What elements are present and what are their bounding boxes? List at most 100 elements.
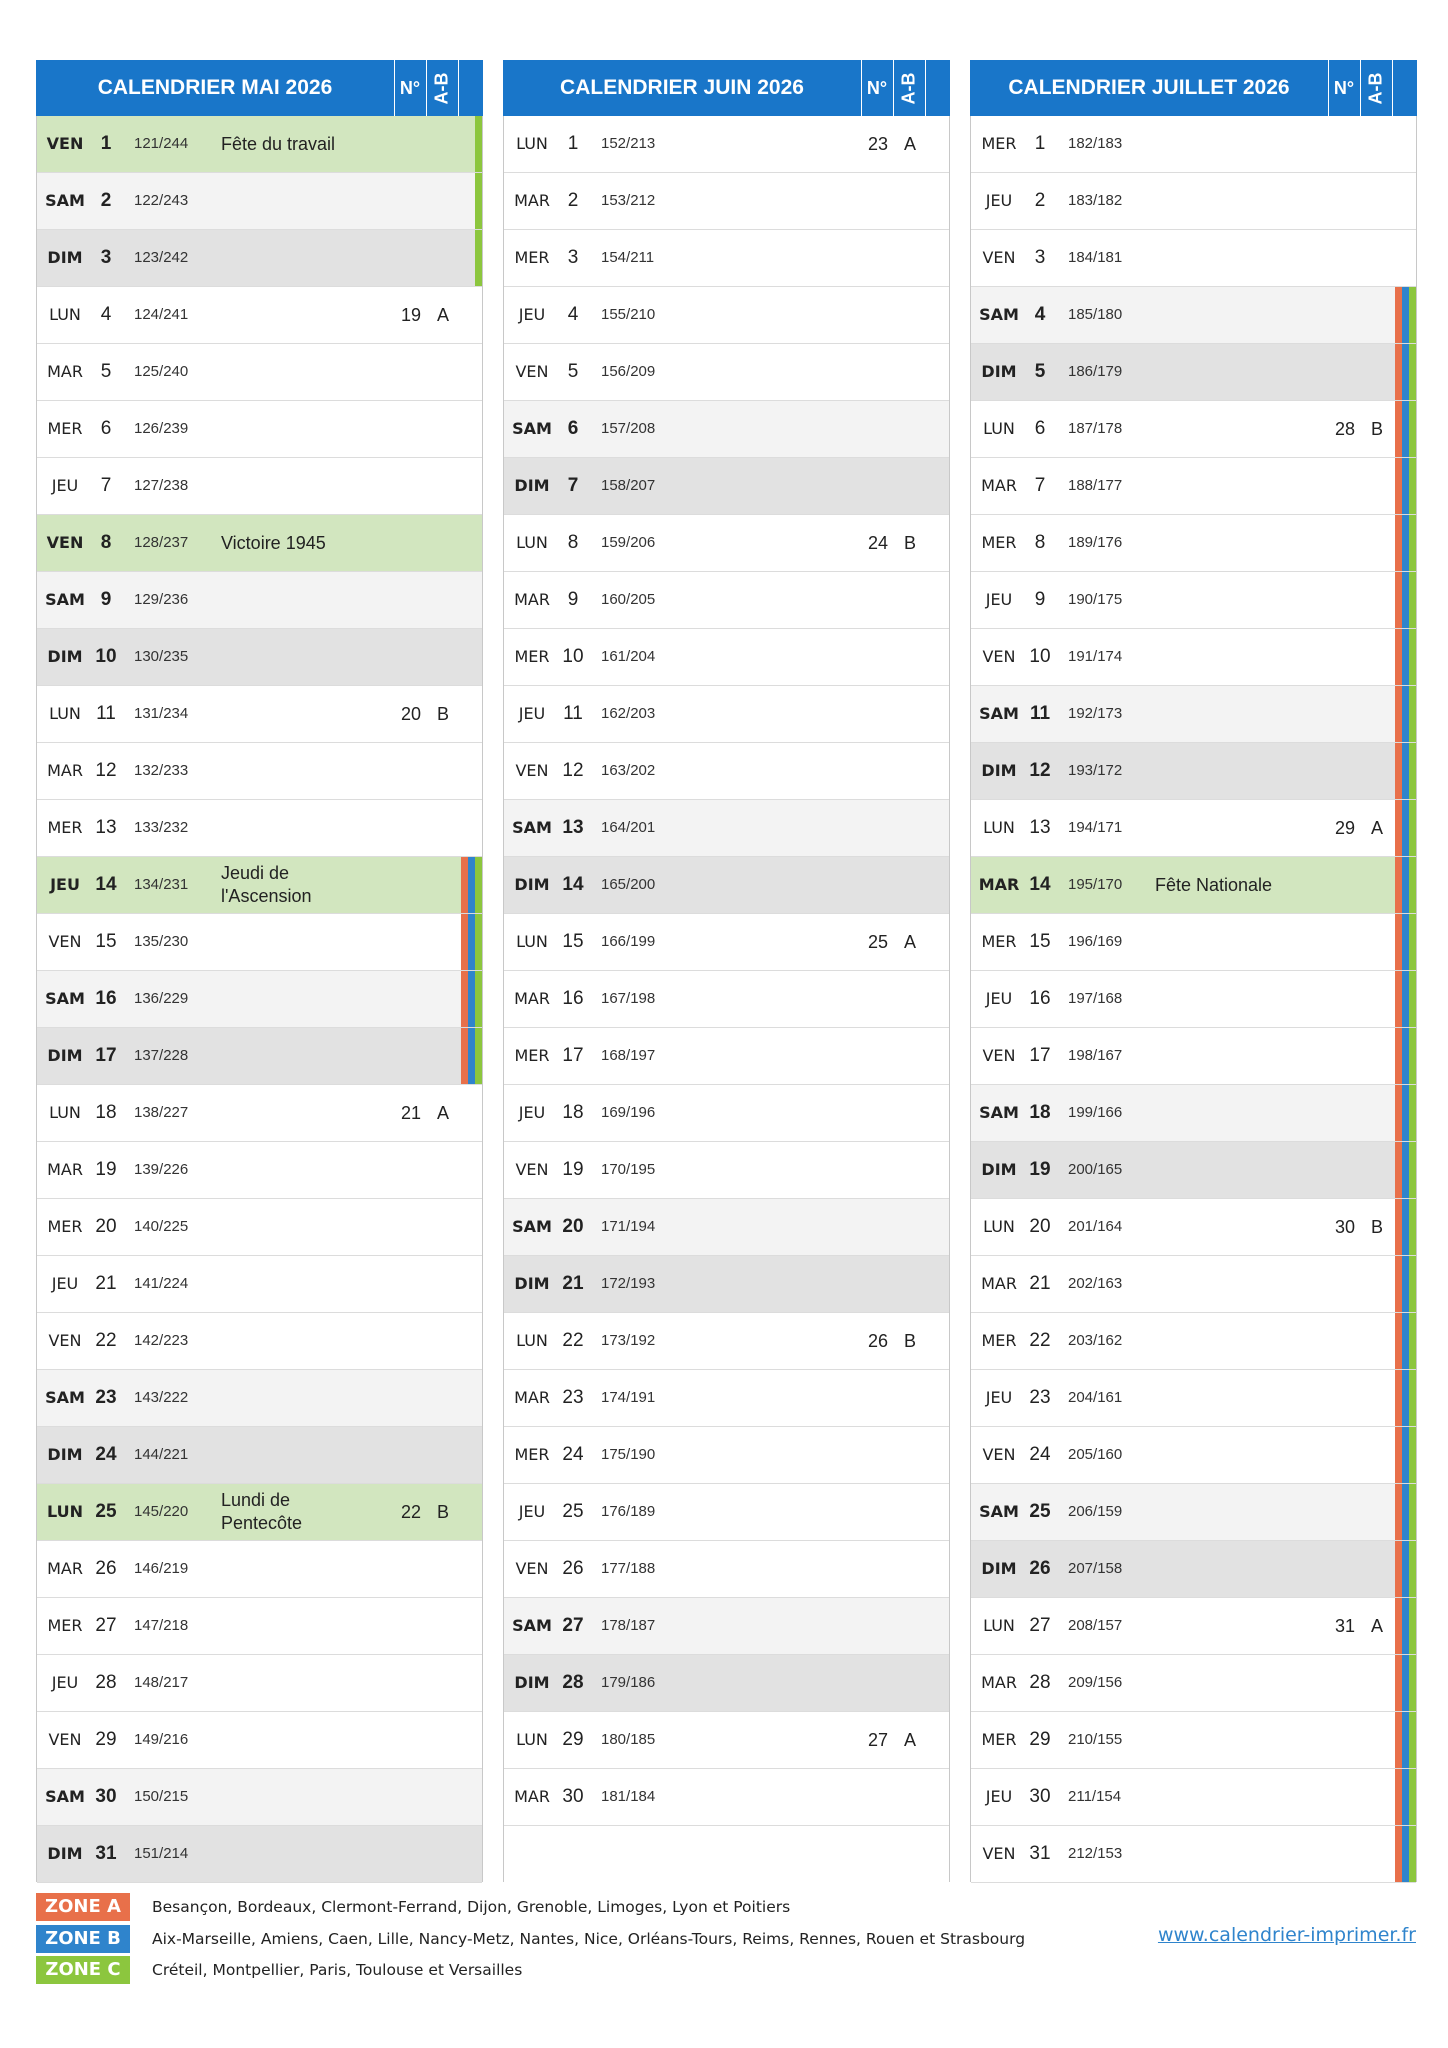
day-of-year: 167/198 [601, 990, 656, 1007]
day-name: MAR [981, 1673, 1017, 1692]
ab-week: A [1370, 1616, 1383, 1636]
zone-a-bar [1395, 1655, 1402, 1711]
day-number: 19 [95, 1159, 117, 1180]
day-name: JEU [518, 305, 546, 324]
day-name: DIM [47, 1046, 83, 1065]
day-number: 25 [1029, 1501, 1051, 1522]
ab-week: B [1370, 1217, 1383, 1237]
zone-a-bar [1395, 629, 1402, 685]
day-row: LUN 25 145/220 Lundi de Pentecôte 22 B [37, 1484, 482, 1541]
zone-a-bar [1395, 1313, 1402, 1369]
school-holiday-zones [1395, 743, 1416, 799]
day-of-year: 184/181 [1068, 249, 1123, 266]
day-number: 14 [95, 874, 117, 895]
zone-c-bar [1409, 1313, 1416, 1369]
zone-b-bar [1402, 1598, 1409, 1654]
holiday-label: Lundi de Pentecôte [221, 1490, 303, 1533]
day-of-year: 161/204 [601, 648, 656, 665]
ab-week: B [436, 1502, 449, 1522]
day-name: SAM [512, 419, 552, 438]
zone-c-bar [1409, 743, 1416, 799]
day-of-year: 210/155 [1068, 1731, 1123, 1748]
week-number: 25 [867, 932, 889, 952]
zone-b-bar [468, 914, 475, 970]
day-number: 15 [1029, 931, 1051, 952]
day-of-year: 196/169 [1068, 933, 1123, 950]
day-number: 4 [567, 304, 579, 325]
day-of-year: 163/202 [601, 762, 656, 779]
zone-a-bar [1395, 1484, 1402, 1540]
day-name: MER [981, 1331, 1017, 1350]
ab-week-header: A-B [898, 72, 919, 104]
day-name: DIM [514, 875, 550, 894]
ab-week: A [903, 134, 916, 154]
zone-b-bar [1402, 572, 1409, 628]
day-row: MER 13 133/232 [37, 800, 482, 857]
zone-a-bar [1395, 971, 1402, 1027]
day-name: VEN [515, 1160, 549, 1179]
zone-c-bar [1409, 515, 1416, 571]
zone-c-bar [1409, 1256, 1416, 1312]
day-of-year: 138/227 [134, 1104, 189, 1121]
day-number: 16 [562, 988, 584, 1009]
day-name: MAR [978, 875, 1020, 894]
day-number: 18 [1029, 1102, 1051, 1123]
day-name: SAM [512, 1217, 552, 1236]
zone-b-bar [1402, 686, 1409, 742]
school-holiday-zones [1395, 857, 1416, 913]
school-holiday-zones [475, 230, 482, 286]
day-number: 5 [567, 361, 579, 382]
day-number: 28 [95, 1672, 117, 1693]
zone-c-bar [1409, 1028, 1416, 1084]
day-of-year: 169/196 [601, 1104, 656, 1121]
zone-c-bar [1409, 629, 1416, 685]
day-name: LUN [516, 533, 548, 552]
day-number: 1 [567, 133, 579, 154]
day-row: MAR 5 125/240 [37, 344, 482, 401]
day-name: MER [47, 1616, 83, 1635]
school-holiday-zones [1395, 1199, 1416, 1255]
day-of-year: 150/215 [134, 1788, 189, 1805]
day-name: VEN [46, 134, 84, 153]
week-number: 19 [400, 305, 422, 325]
zone-c-bar [1409, 401, 1416, 457]
day-name: VEN [48, 1331, 82, 1350]
day-number: 11 [1029, 703, 1051, 724]
day-row: MER 24 175/190 [504, 1427, 949, 1484]
day-of-year: 132/233 [134, 762, 189, 779]
day-number: 5 [1034, 361, 1046, 382]
day-name: MER [981, 134, 1017, 153]
website-link[interactable]: www.calendrier-imprimer.fr [1158, 1921, 1416, 1949]
day-row: MER 27 147/218 [37, 1598, 482, 1655]
day-number: 26 [95, 1558, 117, 1579]
day-row: VEN 8 128/237 Victoire 1945 [37, 515, 482, 572]
day-row: DIM 12 193/172 [971, 743, 1416, 800]
school-holiday-zones [1395, 458, 1416, 514]
day-name: DIM [47, 647, 83, 666]
zone-c-bar [1409, 971, 1416, 1027]
day-row: DIM 28 179/186 [504, 1655, 949, 1712]
week-number: 30 [1334, 1217, 1356, 1237]
day-name: VEN [982, 1844, 1016, 1863]
zone-a-bar [1395, 914, 1402, 970]
day-row: SAM 27 178/187 [504, 1598, 949, 1655]
day-number: 10 [1029, 646, 1051, 667]
school-holiday-zones [1395, 1370, 1416, 1426]
day-of-year: 127/238 [134, 477, 189, 494]
ab-week-header: A-B [1365, 72, 1386, 104]
day-name: MER [47, 818, 83, 837]
day-number: 21 [1029, 1273, 1051, 1294]
day-number: 27 [1029, 1615, 1051, 1636]
day-number: 10 [562, 646, 584, 667]
day-of-year: 165/200 [601, 876, 656, 893]
day-name: LUN [49, 305, 81, 324]
day-of-year: 166/199 [601, 933, 656, 950]
zone-c-bar [1409, 857, 1416, 913]
day-row: DIM 21 172/193 [504, 1256, 949, 1313]
school-holiday-zones [461, 857, 482, 913]
school-holiday-zones [1395, 1541, 1416, 1597]
day-number: 17 [562, 1045, 584, 1066]
zone-c-bar [1409, 686, 1416, 742]
school-holiday-zones [475, 173, 482, 229]
day-name: MAR [514, 1787, 550, 1806]
